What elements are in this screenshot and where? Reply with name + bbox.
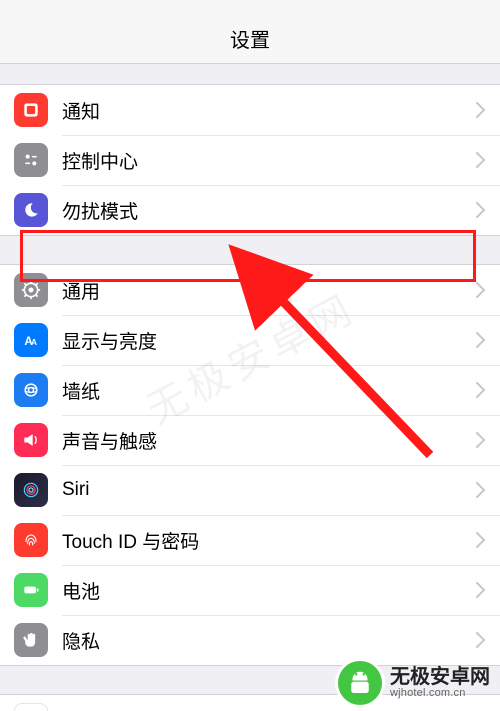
watermark-brand-en: wjhotel.com.cn <box>390 688 490 700</box>
row-wallpaper[interactable]: 墙纸 <box>0 365 500 415</box>
battery-icon <box>14 573 48 607</box>
sounds-icon <box>14 423 48 457</box>
row-label: 通用 <box>62 277 476 304</box>
row-label: 电池 <box>62 577 476 604</box>
notifications-icon <box>14 93 48 127</box>
wallpaper-icon <box>14 373 48 407</box>
row-privacy[interactable]: 隐私 <box>0 615 500 665</box>
chevron-right-icon <box>476 632 486 648</box>
settings-group-1: 通知 控制中心 勿扰模式 <box>0 84 500 236</box>
display-icon: AA <box>14 323 48 357</box>
row-control-center[interactable]: 控制中心 <box>0 135 500 185</box>
row-label: Siri <box>62 479 476 501</box>
gear-icon <box>14 273 48 307</box>
watermark-brand-zh: 无极安卓网 <box>390 667 490 688</box>
dnd-moon-icon <box>14 193 48 227</box>
row-dnd[interactable]: 勿扰模式 <box>0 185 500 235</box>
row-notifications[interactable]: 通知 <box>0 85 500 135</box>
control-center-icon <box>14 143 48 177</box>
chevron-right-icon <box>476 382 486 398</box>
svg-text:A: A <box>31 337 37 347</box>
chevron-right-icon <box>476 432 486 448</box>
privacy-hand-icon <box>14 623 48 657</box>
chevron-right-icon <box>476 532 486 548</box>
chevron-right-icon <box>476 152 486 168</box>
row-label: 墙纸 <box>62 377 476 404</box>
row-label: 勿扰模式 <box>62 197 476 224</box>
watermark-footer: 无极安卓网 wjhotel.com.cn <box>338 661 490 705</box>
chevron-right-icon <box>476 332 486 348</box>
row-label: 通知 <box>62 97 476 124</box>
row-display[interactable]: AA 显示与亮度 <box>0 315 500 365</box>
watermark-logo-icon <box>338 661 382 705</box>
chevron-right-icon <box>476 282 486 298</box>
settings-screen: { "nav": { "title": "设置" }, "groups": [ … <box>0 0 500 711</box>
row-sounds[interactable]: 声音与触感 <box>0 415 500 465</box>
row-general[interactable]: 通用 <box>0 265 500 315</box>
row-label: 显示与亮度 <box>62 327 476 354</box>
row-battery[interactable]: 电池 <box>0 565 500 615</box>
fingerprint-icon <box>14 523 48 557</box>
chevron-right-icon <box>476 102 486 118</box>
row-siri[interactable]: Siri <box>0 465 500 515</box>
settings-group-2: 通用 AA 显示与亮度 墙纸 声音与触感 <box>0 264 500 666</box>
page-title: 设置 <box>0 18 500 64</box>
siri-icon <box>14 473 48 507</box>
status-bar <box>0 0 500 18</box>
row-label: 控制中心 <box>62 147 476 174</box>
row-label: 隐私 <box>62 627 476 654</box>
chevron-right-icon <box>476 582 486 598</box>
chevron-right-icon <box>476 202 486 218</box>
icloud-icon <box>14 703 48 711</box>
chevron-right-icon <box>476 482 486 498</box>
row-label: 声音与触感 <box>62 427 476 454</box>
row-label: Touch ID 与密码 <box>62 527 476 554</box>
row-touchid[interactable]: Touch ID 与密码 <box>0 515 500 565</box>
